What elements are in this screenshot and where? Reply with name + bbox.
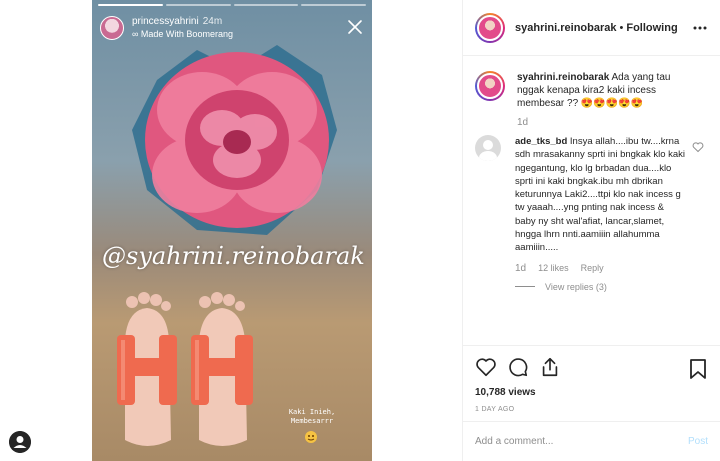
story-subtitle: ∞ Made With Boomerang [132, 29, 233, 39]
comment-username[interactable]: ade_tks_bd [515, 136, 567, 147]
story-avatar[interactable] [100, 16, 124, 40]
story-media[interactable]: princessyahrini 24m ∞ Made With Boomerang [92, 0, 372, 461]
caption-time[interactable]: 1d [517, 117, 708, 128]
comment-text: Insya allah....ibu tw....krna sdh mrasak… [515, 136, 686, 254]
header-avatar[interactable] [475, 12, 505, 43]
post-button[interactable]: Post [688, 436, 708, 447]
post-actions: 10,788 views 1 DAY AGO [463, 345, 720, 415]
progress-segment [233, 4, 299, 6]
share-icon[interactable] [539, 356, 561, 378]
views-count[interactable]: 10,788 views [475, 387, 708, 398]
view-replies-label: View replies (3) [545, 281, 607, 292]
avatar-icon[interactable] [9, 431, 31, 453]
reply-button[interactable]: Reply [581, 263, 604, 273]
comment-meta: 1d 12 likes Reply [515, 263, 708, 274]
comment-likes[interactable]: 12 likes [538, 263, 569, 273]
bookmark-icon[interactable] [688, 358, 708, 380]
post-date[interactable]: 1 DAY AGO [475, 406, 708, 413]
story-note: Kaki Inieh, Membesarrr [282, 408, 342, 426]
comment-icon[interactable] [507, 356, 529, 378]
comment-avatar[interactable] [475, 135, 501, 161]
caption-row: syahrini.reinobarak Ada yang tau nggak k… [475, 71, 708, 110]
post-sidebar: syahrini.reinobarak • Following syahrini… [462, 0, 720, 461]
heart-icon[interactable] [475, 356, 497, 378]
story-time: 24m [202, 16, 223, 27]
caption-avatar[interactable] [475, 71, 505, 101]
story-note-line: Membesarrr [290, 417, 334, 425]
heart-icon[interactable] [692, 141, 704, 153]
progress-segment [301, 4, 366, 6]
progress-segment [98, 4, 163, 6]
more-icon[interactable] [692, 20, 708, 36]
divider [515, 286, 535, 288]
progress-segment [165, 4, 231, 6]
action-icons [475, 356, 708, 378]
comments-section[interactable]: syahrini.reinobarak Ada yang tau nggak k… [463, 57, 720, 345]
caption-username[interactable]: syahrini.reinobarak [517, 72, 609, 83]
comment-body: ade_tks_bd Insya allah....ibu tw....krna… [515, 135, 687, 255]
post-header: syahrini.reinobarak • Following [463, 0, 720, 56]
caption: syahrini.reinobarak Ada yang tau nggak k… [517, 71, 697, 110]
close-icon[interactable] [346, 18, 364, 36]
story-note-line: Kaki Inieh, [288, 408, 336, 416]
view-replies-button[interactable]: View replies (3) [515, 282, 708, 292]
header-separator: • [619, 21, 624, 34]
story-header: princessyahrini 24m [132, 16, 222, 27]
header-username[interactable]: syahrini.reinobarak [515, 22, 617, 34]
sandals-image [117, 292, 253, 446]
story-progress [98, 4, 366, 6]
story-username[interactable]: princessyahrini [132, 16, 199, 27]
follow-button[interactable]: Following [626, 22, 677, 34]
comment-time[interactable]: 1d [515, 263, 526, 274]
flower-image [132, 45, 337, 235]
comment-item: ade_tks_bd Insya allah....ibu tw....krna… [475, 135, 708, 255]
comment-input[interactable] [475, 436, 688, 447]
story-watermark: @syahrini.reinobarak [102, 242, 365, 270]
emoji-icon [305, 431, 317, 443]
comment-box: Post [463, 421, 720, 461]
media-pane: princessyahrini 24m ∞ Made With Boomerang [0, 0, 462, 461]
